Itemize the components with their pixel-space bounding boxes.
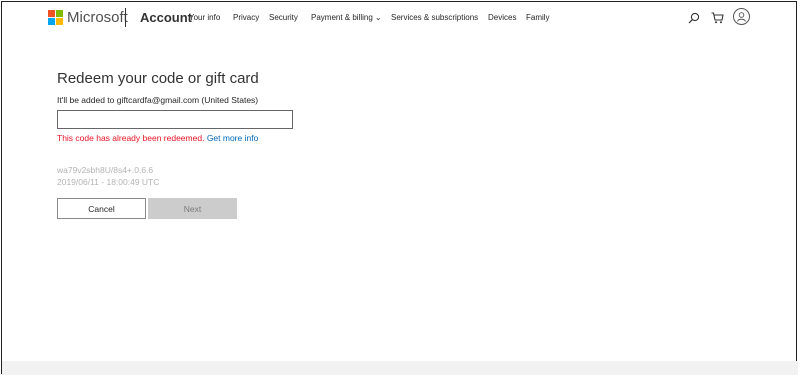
nav-payment-billing[interactable]: Payment & billing ⌄	[311, 13, 382, 22]
error-message: This code has already been redeemed. Get…	[57, 133, 258, 143]
account-email-note: It'll be added to giftcardfa@gmail.com (…	[57, 95, 259, 105]
nav-security[interactable]: Security	[269, 13, 298, 22]
next-button[interactable]: Next	[148, 198, 237, 219]
session-id: wa79v2sbh8U/8s4+.0.6.6	[57, 165, 154, 175]
brand-name[interactable]: Microsoft	[67, 9, 128, 26]
get-more-info-link[interactable]: Get more info	[207, 133, 259, 143]
search-icon[interactable]	[688, 12, 700, 24]
nav-family[interactable]: Family	[526, 13, 550, 22]
footer-strip	[2, 361, 798, 375]
cancel-button[interactable]: Cancel	[57, 198, 146, 219]
timestamp: 2019/06/11 - 18:00:49 UTC	[57, 177, 160, 187]
nav-devices[interactable]: Devices	[488, 13, 516, 22]
user-icon	[737, 11, 746, 22]
nav-services-subscriptions[interactable]: Services & subscriptions	[391, 13, 478, 22]
header-divider	[125, 8, 126, 27]
nav-privacy[interactable]: Privacy	[233, 13, 259, 22]
microsoft-logo[interactable]	[48, 10, 63, 25]
nav-payment-billing-label: Payment & billing	[311, 13, 373, 22]
chevron-down-icon: ⌄	[374, 13, 382, 22]
avatar[interactable]	[733, 8, 750, 25]
page-title: Redeem your code or gift card	[57, 70, 259, 87]
page-frame	[1, 1, 797, 374]
account-title[interactable]: Account	[140, 10, 192, 25]
top-header: Microsoft Account Your info Privacy Secu…	[0, 0, 800, 36]
microsoft-logo-icon	[48, 10, 63, 25]
nav-your-info[interactable]: Your info	[189, 13, 220, 22]
code-input[interactable]	[57, 110, 293, 129]
cart-icon[interactable]	[711, 12, 724, 24]
error-text: This code has already been redeemed.	[57, 133, 205, 143]
